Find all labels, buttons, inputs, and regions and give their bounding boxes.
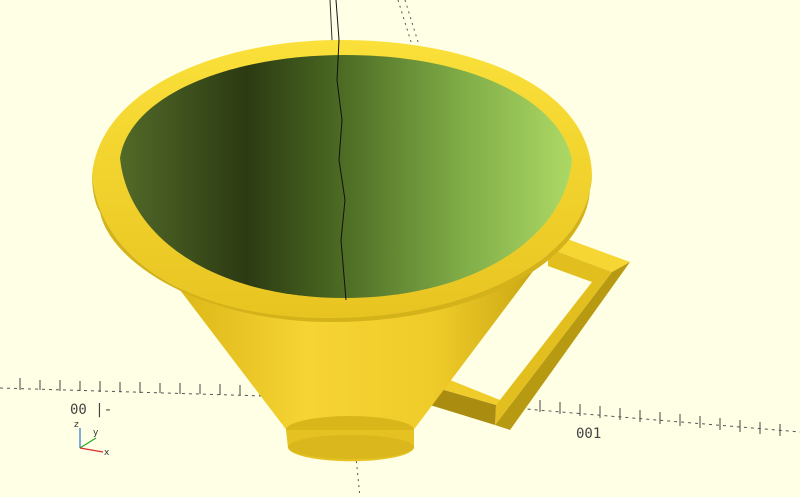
left-tick-label: 00 |- bbox=[70, 402, 112, 418]
right-tick-label: 001 bbox=[576, 426, 601, 442]
orientation-gizmo: z y x bbox=[74, 420, 110, 458]
3d-viewport[interactable]: 00 |- 001 z y x bbox=[0, 0, 800, 497]
gizmo-y-label: y bbox=[93, 428, 99, 438]
cup-base[interactable] bbox=[286, 416, 415, 462]
viewport-canvas[interactable]: 00 |- 001 z y x bbox=[0, 0, 800, 497]
gizmo-z-label: z bbox=[74, 420, 79, 430]
gizmo-x-label: x bbox=[104, 448, 110, 458]
